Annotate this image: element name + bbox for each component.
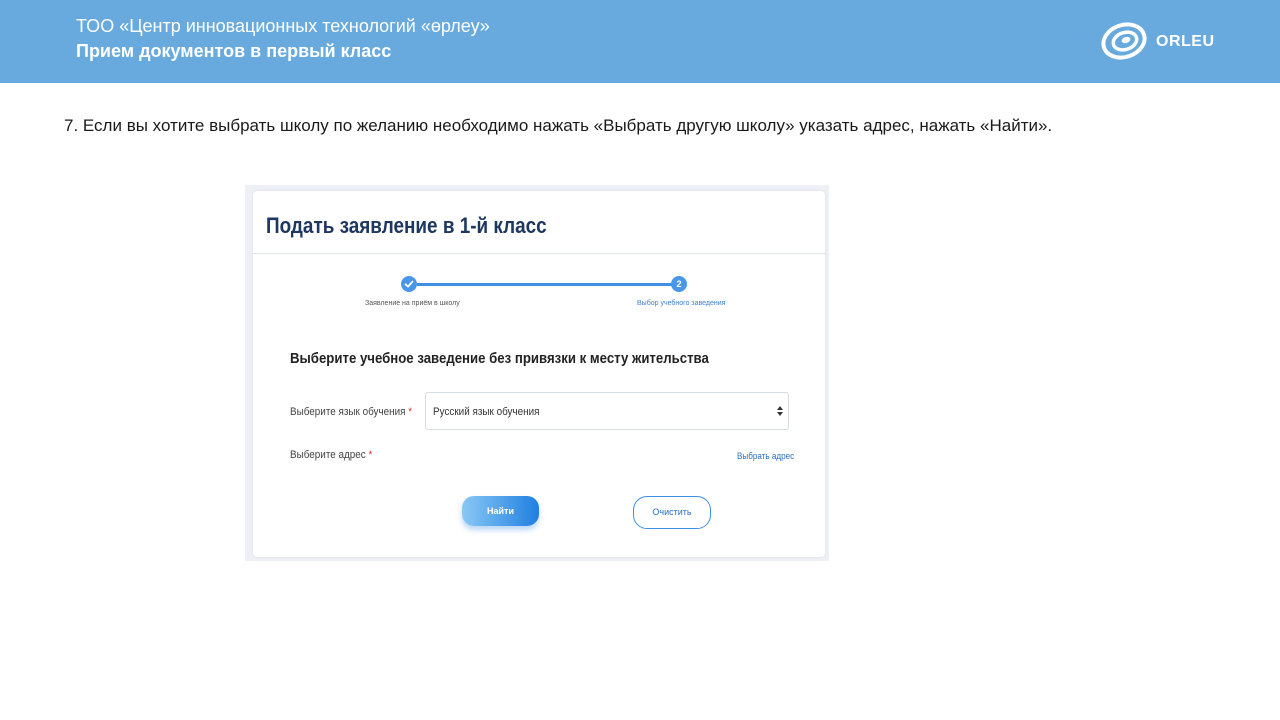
find-button[interactable]: Найти: [462, 496, 539, 526]
language-select[interactable]: Русский язык обучения: [425, 392, 789, 430]
form-title: Подать заявление в 1-й класс: [266, 213, 547, 238]
title-divider: [253, 253, 825, 254]
clear-button[interactable]: Очистить: [633, 496, 711, 529]
step-2-indicator[interactable]: 2: [671, 276, 687, 292]
slide-header: ТОО «Центр инновационных технологий «өрл…: [0, 0, 1280, 83]
sort-arrows-icon: [777, 406, 783, 416]
language-label-text: Выберите язык обучения: [290, 406, 406, 418]
organization-name: ТОО «Центр инновационных технологий «өрл…: [76, 16, 490, 36]
stepper-progress-line: [417, 283, 679, 286]
slide-subtitle: Прием документов в первый класс: [76, 41, 392, 61]
orleu-logo: ORLEU: [1100, 21, 1220, 61]
language-field-label: Выберите язык обучения *: [290, 406, 412, 418]
checkmark-icon: [404, 280, 414, 288]
step-2-label: Выбор учебного заведения: [637, 300, 726, 307]
section-title: Выберите учебное заведение без привязки …: [290, 350, 709, 367]
address-label-text: Выберите адрес: [290, 449, 366, 461]
orleu-logo-icon: [1101, 22, 1147, 60]
step-1-indicator[interactable]: [401, 276, 417, 292]
step-1-label: Заявление на приём в школу: [365, 300, 460, 307]
language-select-value: Русский язык обучения: [433, 406, 540, 418]
application-form-card: Подать заявление в 1-й класс 2 Заявление…: [253, 191, 825, 557]
address-field-label: Выберите адрес *: [290, 449, 372, 461]
required-marker: *: [408, 406, 413, 418]
embedded-screenshot: Подать заявление в 1-й класс 2 Заявление…: [245, 185, 829, 561]
instruction-text: 7. Если вы хотите выбрать школу по желан…: [64, 116, 1053, 135]
required-marker: *: [368, 449, 373, 461]
choose-address-link[interactable]: Выбрать адрес: [737, 451, 794, 461]
logo-text: ORLEU: [1156, 33, 1215, 50]
